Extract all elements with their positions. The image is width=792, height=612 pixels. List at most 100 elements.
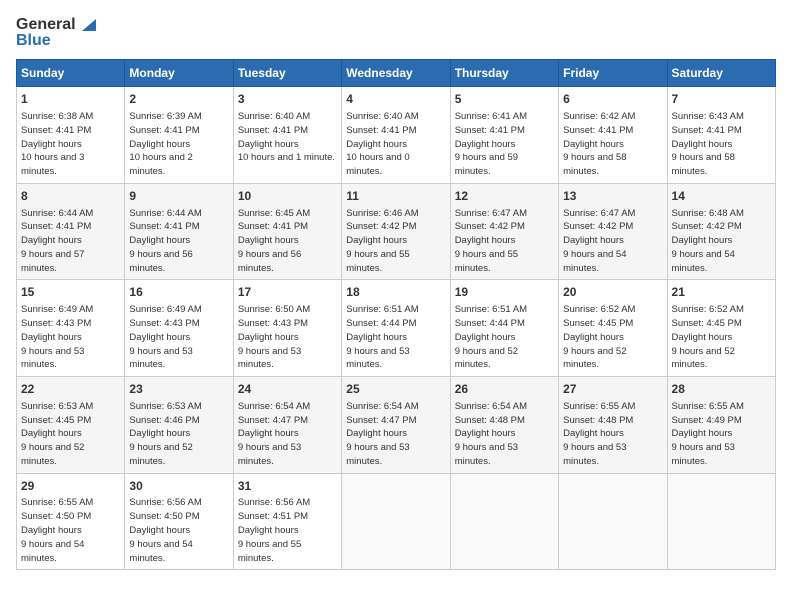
calendar-cell: 25 Sunrise: 6:54 AM Sunset: 4:47 PM Dayl…: [342, 377, 450, 474]
calendar-cell: 18 Sunrise: 6:51 AM Sunset: 4:44 PM Dayl…: [342, 280, 450, 377]
day-number: 10: [238, 188, 337, 205]
day-number: 1: [21, 91, 120, 108]
day-number: 19: [455, 284, 554, 301]
day-number: 11: [346, 188, 445, 205]
day-number: 4: [346, 91, 445, 108]
calendar-cell: 9 Sunrise: 6:44 AM Sunset: 4:41 PM Dayli…: [125, 183, 233, 280]
cell-info: Sunrise: 6:47 AM Sunset: 4:42 PM Dayligh…: [563, 207, 662, 276]
cell-info: Sunrise: 6:54 AM Sunset: 4:47 PM Dayligh…: [238, 400, 337, 469]
calendar-cell: [342, 473, 450, 570]
calendar-cell: 2 Sunrise: 6:39 AM Sunset: 4:41 PM Dayli…: [125, 87, 233, 184]
calendar-cell: 26 Sunrise: 6:54 AM Sunset: 4:48 PM Dayl…: [450, 377, 558, 474]
calendar-cell: [450, 473, 558, 570]
cell-info: Sunrise: 6:53 AM Sunset: 4:46 PM Dayligh…: [129, 400, 228, 469]
cell-info: Sunrise: 6:40 AM Sunset: 4:41 PM Dayligh…: [346, 110, 445, 179]
logo-triangle-icon: [78, 17, 98, 33]
calendar-cell: 21 Sunrise: 6:52 AM Sunset: 4:45 PM Dayl…: [667, 280, 775, 377]
cell-info: Sunrise: 6:42 AM Sunset: 4:41 PM Dayligh…: [563, 110, 662, 179]
cell-info: Sunrise: 6:47 AM Sunset: 4:42 PM Dayligh…: [455, 207, 554, 276]
day-number: 16: [129, 284, 228, 301]
calendar-cell: 31 Sunrise: 6:56 AM Sunset: 4:51 PM Dayl…: [233, 473, 341, 570]
day-number: 7: [672, 91, 771, 108]
day-number: 6: [563, 91, 662, 108]
cell-info: Sunrise: 6:39 AM Sunset: 4:41 PM Dayligh…: [129, 110, 228, 179]
day-number: 23: [129, 381, 228, 398]
calendar-cell: 14 Sunrise: 6:48 AM Sunset: 4:42 PM Dayl…: [667, 183, 775, 280]
day-number: 31: [238, 478, 337, 495]
day-number: 9: [129, 188, 228, 205]
calendar-header: SundayMondayTuesdayWednesdayThursdayFrid…: [17, 60, 776, 87]
cell-info: Sunrise: 6:52 AM Sunset: 4:45 PM Dayligh…: [563, 303, 662, 372]
day-header-friday: Friday: [559, 60, 667, 87]
cell-info: Sunrise: 6:49 AM Sunset: 4:43 PM Dayligh…: [129, 303, 228, 372]
cell-info: Sunrise: 6:44 AM Sunset: 4:41 PM Dayligh…: [21, 207, 120, 276]
cell-info: Sunrise: 6:50 AM Sunset: 4:43 PM Dayligh…: [238, 303, 337, 372]
cell-info: Sunrise: 6:40 AM Sunset: 4:41 PM Dayligh…: [238, 110, 337, 165]
logo-container: General Blue: [16, 16, 98, 49]
calendar-cell: 19 Sunrise: 6:51 AM Sunset: 4:44 PM Dayl…: [450, 280, 558, 377]
calendar-cell: 24 Sunrise: 6:54 AM Sunset: 4:47 PM Dayl…: [233, 377, 341, 474]
calendar-cell: 20 Sunrise: 6:52 AM Sunset: 4:45 PM Dayl…: [559, 280, 667, 377]
calendar-cell: 16 Sunrise: 6:49 AM Sunset: 4:43 PM Dayl…: [125, 280, 233, 377]
day-number: 3: [238, 91, 337, 108]
day-number: 8: [21, 188, 120, 205]
cell-info: Sunrise: 6:53 AM Sunset: 4:45 PM Dayligh…: [21, 400, 120, 469]
cell-info: Sunrise: 6:44 AM Sunset: 4:41 PM Dayligh…: [129, 207, 228, 276]
day-number: 2: [129, 91, 228, 108]
cell-info: Sunrise: 6:55 AM Sunset: 4:50 PM Dayligh…: [21, 496, 120, 565]
day-header-saturday: Saturday: [667, 60, 775, 87]
calendar-cell: 4 Sunrise: 6:40 AM Sunset: 4:41 PM Dayli…: [342, 87, 450, 184]
calendar-cell: [559, 473, 667, 570]
logo: General Blue: [16, 16, 98, 49]
day-header-thursday: Thursday: [450, 60, 558, 87]
day-number: 21: [672, 284, 771, 301]
day-number: 5: [455, 91, 554, 108]
day-number: 30: [129, 478, 228, 495]
calendar-table: SundayMondayTuesdayWednesdayThursdayFrid…: [16, 59, 776, 570]
calendar-cell: 17 Sunrise: 6:50 AM Sunset: 4:43 PM Dayl…: [233, 280, 341, 377]
day-header-tuesday: Tuesday: [233, 60, 341, 87]
calendar-cell: 22 Sunrise: 6:53 AM Sunset: 4:45 PM Dayl…: [17, 377, 125, 474]
cell-info: Sunrise: 6:41 AM Sunset: 4:41 PM Dayligh…: [455, 110, 554, 179]
cell-info: Sunrise: 6:49 AM Sunset: 4:43 PM Dayligh…: [21, 303, 120, 372]
cell-info: Sunrise: 6:38 AM Sunset: 4:41 PM Dayligh…: [21, 110, 120, 179]
day-number: 17: [238, 284, 337, 301]
day-number: 24: [238, 381, 337, 398]
calendar-cell: 1 Sunrise: 6:38 AM Sunset: 4:41 PM Dayli…: [17, 87, 125, 184]
calendar-cell: 29 Sunrise: 6:55 AM Sunset: 4:50 PM Dayl…: [17, 473, 125, 570]
logo-blue-text: Blue: [16, 32, 98, 50]
day-number: 27: [563, 381, 662, 398]
day-number: 18: [346, 284, 445, 301]
day-number: 26: [455, 381, 554, 398]
calendar-cell: 5 Sunrise: 6:41 AM Sunset: 4:41 PM Dayli…: [450, 87, 558, 184]
cell-info: Sunrise: 6:52 AM Sunset: 4:45 PM Dayligh…: [672, 303, 771, 372]
day-number: 28: [672, 381, 771, 398]
day-number: 25: [346, 381, 445, 398]
day-header-sunday: Sunday: [17, 60, 125, 87]
day-number: 22: [21, 381, 120, 398]
calendar-cell: 28 Sunrise: 6:55 AM Sunset: 4:49 PM Dayl…: [667, 377, 775, 474]
day-number: 12: [455, 188, 554, 205]
cell-info: Sunrise: 6:51 AM Sunset: 4:44 PM Dayligh…: [346, 303, 445, 372]
calendar-cell: [667, 473, 775, 570]
cell-info: Sunrise: 6:51 AM Sunset: 4:44 PM Dayligh…: [455, 303, 554, 372]
day-number: 20: [563, 284, 662, 301]
day-header-wednesday: Wednesday: [342, 60, 450, 87]
day-number: 13: [563, 188, 662, 205]
calendar-cell: 13 Sunrise: 6:47 AM Sunset: 4:42 PM Dayl…: [559, 183, 667, 280]
calendar-cell: 10 Sunrise: 6:45 AM Sunset: 4:41 PM Dayl…: [233, 183, 341, 280]
calendar-cell: 30 Sunrise: 6:56 AM Sunset: 4:50 PM Dayl…: [125, 473, 233, 570]
day-number: 14: [672, 188, 771, 205]
calendar-cell: 23 Sunrise: 6:53 AM Sunset: 4:46 PM Dayl…: [125, 377, 233, 474]
cell-info: Sunrise: 6:54 AM Sunset: 4:48 PM Dayligh…: [455, 400, 554, 469]
calendar-cell: 6 Sunrise: 6:42 AM Sunset: 4:41 PM Dayli…: [559, 87, 667, 184]
cell-info: Sunrise: 6:54 AM Sunset: 4:47 PM Dayligh…: [346, 400, 445, 469]
cell-info: Sunrise: 6:56 AM Sunset: 4:51 PM Dayligh…: [238, 496, 337, 565]
day-number: 15: [21, 284, 120, 301]
cell-info: Sunrise: 6:55 AM Sunset: 4:49 PM Dayligh…: [672, 400, 771, 469]
calendar-cell: 15 Sunrise: 6:49 AM Sunset: 4:43 PM Dayl…: [17, 280, 125, 377]
cell-info: Sunrise: 6:55 AM Sunset: 4:48 PM Dayligh…: [563, 400, 662, 469]
day-number: 29: [21, 478, 120, 495]
cell-info: Sunrise: 6:45 AM Sunset: 4:41 PM Dayligh…: [238, 207, 337, 276]
calendar-cell: 12 Sunrise: 6:47 AM Sunset: 4:42 PM Dayl…: [450, 183, 558, 280]
